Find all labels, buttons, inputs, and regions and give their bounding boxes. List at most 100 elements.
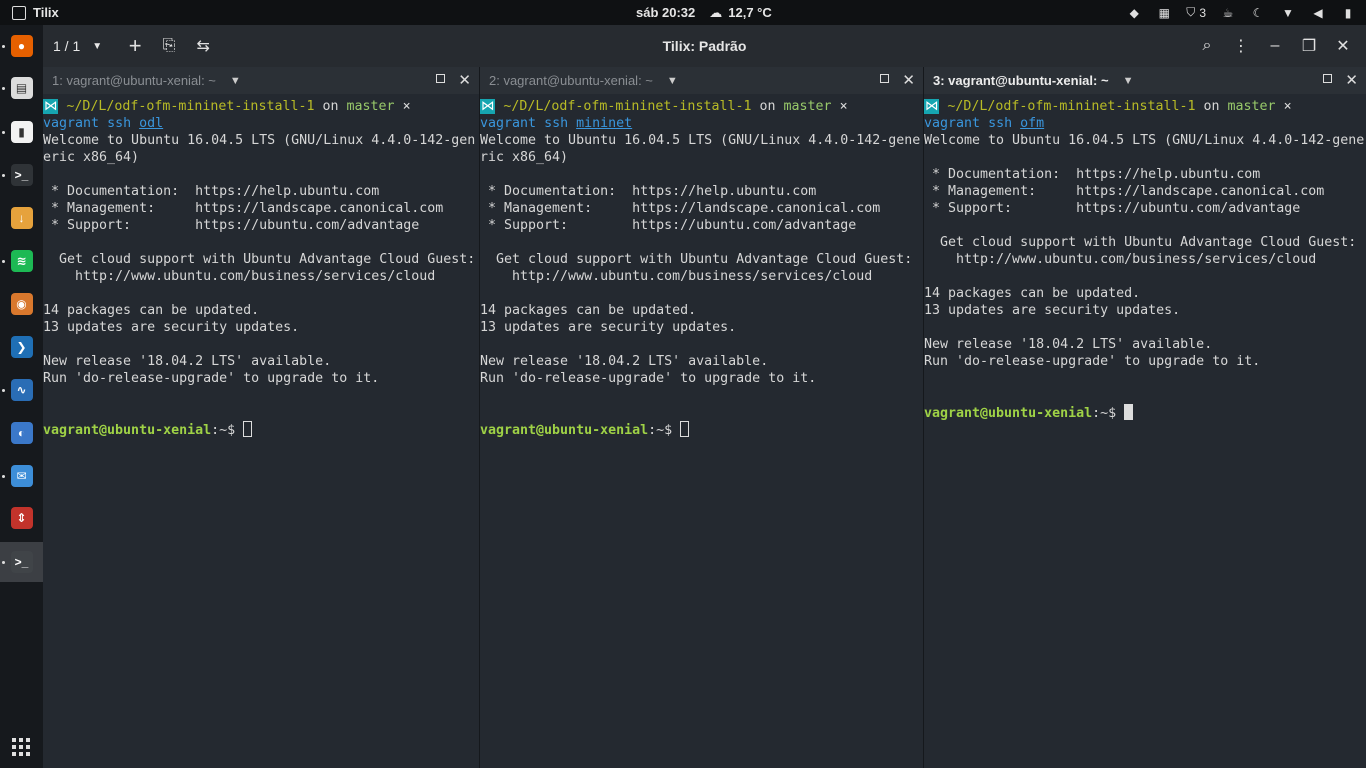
dock-item-files[interactable]: ▤ — [0, 68, 43, 108]
terminal-title-bar[interactable]: 3: vagrant@ubuntu-xenial: ~ ▼ ✕ — [924, 67, 1366, 94]
dock-item-thunderbird[interactable]: ✉ — [0, 456, 43, 496]
running-indicator — [2, 174, 5, 177]
close-terminal-button[interactable]: ✕ — [902, 71, 915, 89]
notification-count: 3 — [1199, 5, 1206, 20]
output-line: http://www.ubuntu.com/business/services/… — [924, 252, 1317, 267]
command-line: vagrant ssh odl — [43, 115, 479, 132]
window-title: Tilix: Padrão — [662, 38, 747, 54]
terminal-output[interactable]: ⋈ ~/D/L/odf-ofm-mininet-install-1 on mas… — [480, 94, 923, 438]
maximize-terminal-button[interactable] — [436, 74, 445, 83]
dock-item-monitor[interactable]: ∿ — [0, 370, 43, 410]
close-terminal-button[interactable]: ✕ — [458, 71, 471, 89]
dirty-mark: × — [1283, 99, 1292, 114]
dock: ● ▤ ▮ >_ ↓ ≋ ◉ ❯ ∿ ◐ ✉ ⇕ >_ — [0, 25, 43, 768]
dock-item-vscode[interactable]: ❯ — [0, 327, 43, 367]
dock-item-app[interactable]: ◉ — [0, 284, 43, 324]
output-line: 14 packages can be updated. — [43, 303, 260, 318]
search-icon[interactable]: ⌕ — [1194, 33, 1220, 59]
weather-indicator[interactable]: ☁ 12,7 °C — [709, 5, 772, 21]
menu-icon[interactable]: ⋮ — [1228, 33, 1254, 59]
terminal-pane-3[interactable]: 3: vagrant@ubuntu-xenial: ~ ▼ ✕ ⋈ ~/D/L/odf… — [924, 67, 1366, 768]
prompt-user: vagrant@ubuntu-xenial — [43, 423, 212, 438]
browser-icon: ◐ — [10, 422, 33, 444]
minimize-button[interactable]: – — [1262, 33, 1288, 59]
spotify-icon: ≋ — [10, 250, 33, 272]
running-indicator — [2, 131, 5, 134]
chevron-down-icon[interactable]: ▼ — [230, 75, 241, 87]
dock-item-download[interactable]: ↓ — [0, 198, 43, 238]
active-app-menu[interactable]: Tilix — [0, 5, 59, 20]
dirty-mark: × — [402, 99, 411, 114]
output-line: eric x86_64) — [43, 150, 140, 165]
running-indicator — [2, 45, 5, 48]
volume-icon[interactable]: ◀ — [1310, 6, 1326, 20]
pane-divider[interactable] — [923, 67, 924, 768]
chevron-down-icon[interactable]: ▼ — [667, 75, 678, 87]
output-line: 14 packages can be updated. — [924, 286, 1141, 301]
close-terminal-button[interactable]: ✕ — [1345, 71, 1358, 89]
terminal-title-bar[interactable]: 2: vagrant@ubuntu-xenial: ~ ▼ ✕ — [480, 67, 923, 94]
terminal-output[interactable]: ⋈ ~/D/L/odf-ofm-mininet-install-1 on mas… — [43, 94, 479, 438]
dock-item-transfer[interactable]: ⇕ — [0, 498, 43, 538]
add-terminal-button[interactable]: + — [122, 33, 148, 59]
chevron-down-icon: ▼ — [92, 40, 103, 52]
dock-item-terminal[interactable]: >_ — [0, 155, 43, 195]
terminal-output[interactable]: ⋈ ~/D/L/odf-ofm-mininet-install-1 on mas… — [924, 94, 1366, 421]
output-line: 13 updates are security updates. — [43, 320, 300, 335]
close-window-button[interactable]: ✕ — [1330, 33, 1356, 59]
dock-item-browser[interactable]: ◐ — [0, 413, 43, 453]
terminal-title: 1: vagrant@ubuntu-xenial: ~ — [52, 73, 216, 88]
wifi-icon[interactable]: ▼ — [1280, 6, 1296, 20]
pane-divider[interactable] — [479, 67, 480, 768]
terminal-title-bar[interactable]: 1: vagrant@ubuntu-xenial: ~ ▼ ✕ — [43, 67, 479, 94]
chip-icon[interactable]: ▦ — [1156, 6, 1172, 20]
output-line: Welcome to Ubuntu 16.04.5 LTS (GNU/Linux… — [924, 133, 1366, 148]
output-line: * Management: https://landscape.canonica… — [924, 184, 1325, 199]
output-line: ric x86_64) — [480, 150, 569, 165]
firefox-icon: ● — [10, 35, 33, 57]
dock-item-tilix[interactable]: >_ — [0, 542, 43, 582]
terminal-pane-2[interactable]: 2: vagrant@ubuntu-xenial: ~ ▼ ✕ ⋈ ~/D/L/odf… — [480, 67, 923, 768]
dropbox-icon[interactable]: ◆ — [1126, 6, 1142, 20]
command-name: vagrant — [924, 116, 981, 131]
coffee-icon[interactable]: ☕ — [1220, 6, 1236, 20]
sync-input-button[interactable]: ⇆ — [190, 33, 216, 59]
command-host: mininet — [576, 116, 633, 131]
split-terminal-button[interactable]: ⎘ — [156, 33, 182, 59]
shield-icon[interactable]: ⛉ 3 — [1186, 5, 1206, 20]
maximize-terminal-button[interactable] — [880, 74, 889, 83]
chevron-down-icon[interactable]: ▼ — [1123, 75, 1134, 87]
shell-prompt: vagrant@ubuntu-xenial:~$ — [480, 421, 923, 438]
prompt-user: vagrant@ubuntu-xenial — [924, 406, 1093, 421]
prompt-path: ~/D/L/odf-ofm-mininet-install-1 — [503, 99, 752, 114]
output-line: * Documentation: https://help.ubuntu.com — [924, 167, 1261, 182]
session-switcher[interactable]: 1 / 1 ▼ — [53, 38, 102, 54]
dock-item-document[interactable]: ▮ — [0, 112, 43, 152]
output-line: * Support: https://ubuntu.com/advantage — [480, 218, 857, 233]
maximize-button[interactable]: ❐ — [1296, 33, 1322, 59]
dock-item-spotify[interactable]: ≋ — [0, 241, 43, 281]
output-line: http://www.ubuntu.com/business/services/… — [43, 269, 436, 284]
clock[interactable]: sáb 20:32 — [636, 5, 695, 20]
show-applications-icon[interactable] — [12, 738, 30, 756]
power-icon[interactable]: ▮ — [1340, 6, 1356, 20]
active-app-name: Tilix — [33, 5, 59, 20]
git-branch: master — [346, 99, 395, 114]
document-icon: ▮ — [10, 121, 33, 143]
command-name: vagrant — [480, 116, 537, 131]
output-line: * Management: https://landscape.canonica… — [480, 201, 881, 216]
running-indicator — [2, 389, 5, 392]
command-name: vagrant — [43, 116, 100, 131]
terminal-title: 2: vagrant@ubuntu-xenial: ~ — [489, 73, 653, 88]
terminal-pane-1[interactable]: 1: vagrant@ubuntu-xenial: ~ ▼ ✕ ⋈ ~/D/L/odf… — [43, 67, 479, 768]
output-line: * Support: https://ubuntu.com/advantage — [43, 218, 420, 233]
dock-item-firefox[interactable]: ● — [0, 26, 43, 66]
app-icon: ◉ — [10, 293, 33, 315]
maximize-terminal-button[interactable] — [1323, 74, 1332, 83]
prompt-line: ⋈ ~/D/L/odf-ofm-mininet-install-1 on mas… — [480, 98, 923, 115]
monitor-icon: ∿ — [10, 379, 33, 401]
night-mode-icon[interactable]: ☾ — [1250, 6, 1266, 20]
command-host: odl — [139, 116, 164, 131]
thunderbird-icon: ✉ — [10, 465, 33, 487]
output-line: Run 'do-release-upgrade' to upgrade to i… — [924, 354, 1261, 369]
